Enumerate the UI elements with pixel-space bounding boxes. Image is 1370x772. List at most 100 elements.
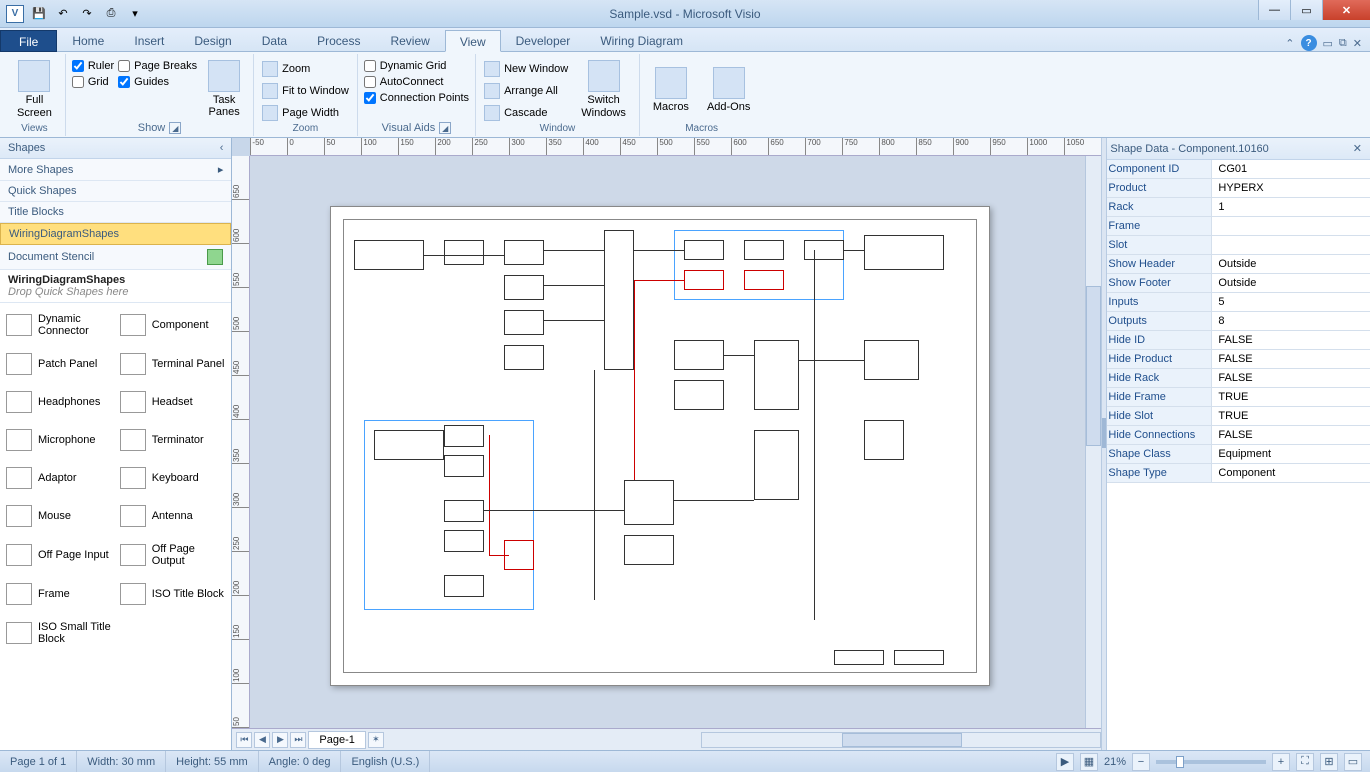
print-button[interactable]: ⎙	[100, 3, 122, 25]
zoom-level[interactable]: 21%	[1104, 756, 1126, 768]
scroll-thumb[interactable]	[1086, 286, 1101, 446]
cascade-button[interactable]: Cascade	[482, 104, 570, 122]
status-page[interactable]: Page 1 of 1	[0, 751, 77, 772]
chk-connection-points[interactable]: Connection Points	[364, 92, 469, 104]
tab-nav-next[interactable]: ▶	[272, 732, 288, 748]
property-value[interactable]: TRUE	[1212, 388, 1370, 406]
document-stencil-item[interactable]: Document Stencil	[0, 245, 231, 270]
component-shape[interactable]	[684, 240, 724, 260]
property-value[interactable]: HYPERX	[1212, 179, 1370, 197]
ribbon-close-icon[interactable]: ✕	[1353, 37, 1362, 50]
shape-master[interactable]: Headphones	[4, 389, 114, 415]
splitter[interactable]	[1101, 138, 1107, 750]
visualaids-launcher[interactable]: ◢	[439, 122, 451, 134]
property-value[interactable]: Component	[1212, 464, 1370, 482]
shape-data-row[interactable]: Hide ProductFALSE	[1102, 350, 1370, 369]
component-shape[interactable]	[354, 240, 424, 270]
wire[interactable]	[724, 355, 754, 356]
chk-dynamic-grid[interactable]: Dynamic Grid	[364, 60, 469, 72]
chk-autoconnect[interactable]: AutoConnect	[364, 76, 469, 88]
property-value[interactable]	[1212, 236, 1370, 254]
component-shape[interactable]	[894, 650, 944, 665]
property-value[interactable]: CG01	[1212, 160, 1370, 178]
wire[interactable]	[844, 250, 864, 251]
zoom-in-button[interactable]: +	[1272, 753, 1290, 771]
fit-window-button[interactable]: Fit to Window	[260, 82, 351, 100]
macros-button[interactable]: Macros	[646, 56, 696, 123]
component-shape[interactable]	[374, 430, 444, 460]
property-value[interactable]: FALSE	[1212, 331, 1370, 349]
shape-master[interactable]: Off Page Output	[118, 541, 228, 569]
qat-customize[interactable]: ▾	[124, 3, 146, 25]
fit-page-icon[interactable]: ⛶	[1296, 753, 1314, 771]
tab-home[interactable]: Home	[57, 29, 119, 51]
chk-grid[interactable]: Grid	[72, 76, 114, 88]
component-shape[interactable]	[864, 340, 919, 380]
component-shape[interactable]	[804, 240, 844, 260]
vertical-scrollbar[interactable]	[1085, 156, 1101, 728]
close-panel-icon[interactable]: ✕	[1353, 142, 1362, 155]
wire[interactable]	[814, 250, 815, 620]
component-shape[interactable]	[504, 345, 544, 370]
shape-data-row[interactable]: Component IDCG01	[1102, 160, 1370, 179]
shape-data-row[interactable]: Shape TypeComponent	[1102, 464, 1370, 483]
component-shape[interactable]	[504, 240, 544, 265]
shape-data-row[interactable]: Hide FrameTRUE	[1102, 388, 1370, 407]
component-shape[interactable]	[624, 480, 674, 525]
component-shape[interactable]	[504, 275, 544, 300]
ribbon-opt1-icon[interactable]: ▭	[1323, 37, 1333, 50]
wire[interactable]	[544, 250, 604, 251]
wire[interactable]	[489, 435, 490, 555]
tab-design[interactable]: Design	[179, 29, 246, 51]
wire[interactable]	[484, 510, 624, 511]
shape-data-row[interactable]: Slot	[1102, 236, 1370, 255]
selected-component[interactable]	[864, 420, 904, 460]
property-value[interactable]: 8	[1212, 312, 1370, 330]
ribbon-minimize-icon[interactable]: ⌃	[1285, 37, 1294, 50]
property-value[interactable]: 1	[1212, 198, 1370, 216]
shape-master[interactable]: Frame	[4, 581, 114, 607]
shape-master[interactable]: ISO Title Block	[118, 581, 228, 607]
zoom-out-button[interactable]: −	[1132, 753, 1150, 771]
zoom-button[interactable]: Zoom	[260, 60, 351, 78]
component-shape[interactable]	[444, 575, 484, 597]
wire[interactable]	[634, 280, 635, 480]
shape-master[interactable]: Terminator	[118, 427, 228, 453]
property-value[interactable]: FALSE	[1212, 350, 1370, 368]
shape-data-row[interactable]: Hide IDFALSE	[1102, 331, 1370, 350]
task-panes-button[interactable]: Task Panes	[201, 56, 247, 122]
shape-data-row[interactable]: Show FooterOutside	[1102, 274, 1370, 293]
add-page-button[interactable]: ✶	[368, 732, 384, 748]
shape-data-row[interactable]: Hide ConnectionsFALSE	[1102, 426, 1370, 445]
shape-data-row[interactable]: Rack1	[1102, 198, 1370, 217]
full-screen-icon[interactable]: ▭	[1344, 753, 1362, 771]
maximize-button[interactable]: ▭	[1290, 0, 1322, 20]
component-shape[interactable]	[834, 650, 884, 665]
wire[interactable]	[634, 250, 684, 251]
wire[interactable]	[674, 500, 754, 501]
help-icon[interactable]: ?	[1301, 35, 1317, 51]
chk-guides[interactable]: Guides	[118, 76, 197, 88]
tab-data[interactable]: Data	[247, 29, 302, 51]
switch-windows-button[interactable]: Switch Windows	[574, 56, 633, 123]
component-shape[interactable]	[744, 240, 784, 260]
addons-button[interactable]: Add-Ons	[700, 56, 757, 123]
shape-master[interactable]: Off Page Input	[4, 541, 114, 569]
status-language[interactable]: English (U.S.)	[341, 751, 430, 772]
shape-master[interactable]: Headset	[118, 389, 228, 415]
tab-nav-prev[interactable]: ◀	[254, 732, 270, 748]
component-shape[interactable]	[684, 270, 724, 290]
component-shape[interactable]	[754, 340, 799, 410]
tab-file[interactable]: File	[0, 30, 57, 52]
tab-nav-last[interactable]: ⏭	[290, 732, 306, 748]
shape-master[interactable]: ISO Small Title Block	[4, 619, 114, 647]
more-shapes-item[interactable]: More Shapes ▸	[0, 159, 231, 181]
tab-process[interactable]: Process	[302, 29, 375, 51]
component-shape[interactable]	[444, 425, 484, 447]
chk-page-breaks[interactable]: Page Breaks	[118, 60, 197, 72]
shape-data-row[interactable]: Show HeaderOutside	[1102, 255, 1370, 274]
shape-data-row[interactable]: Inputs5	[1102, 293, 1370, 312]
shape-data-row[interactable]: Hide RackFALSE	[1102, 369, 1370, 388]
tab-view[interactable]: View	[445, 30, 501, 52]
close-button[interactable]: ✕	[1322, 0, 1370, 20]
